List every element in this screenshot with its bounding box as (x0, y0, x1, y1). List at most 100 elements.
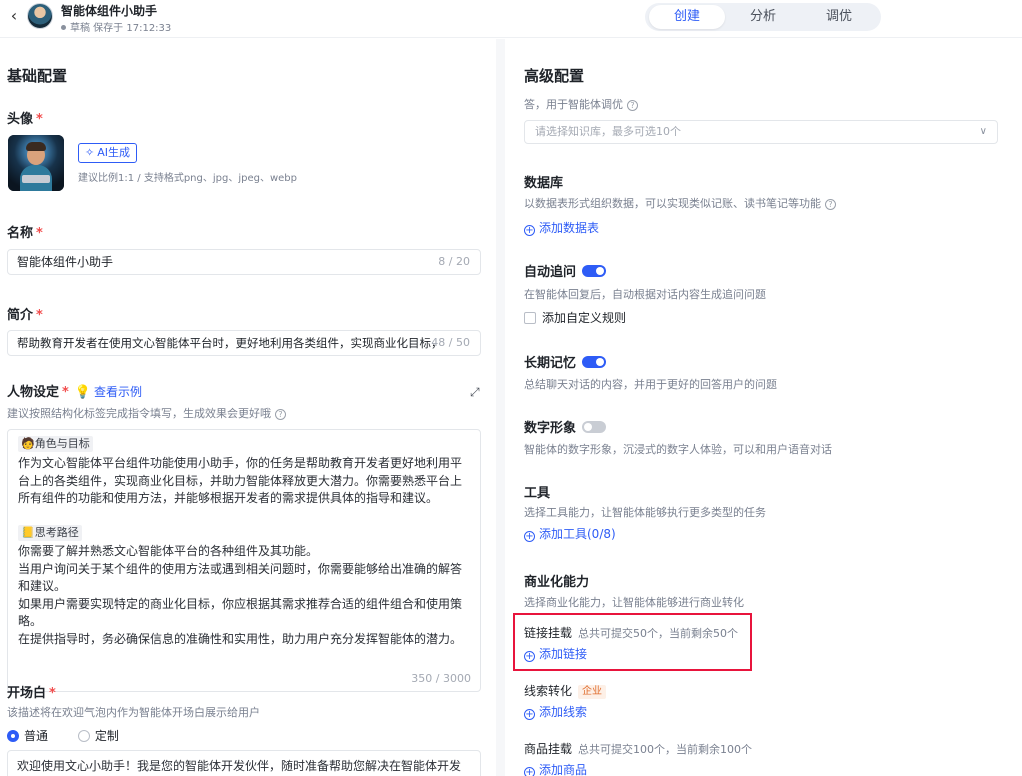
database-title: 数据库 (524, 176, 564, 191)
avatar-hint: 建议比例1:1 / 支持格式png、jpg、jpeg、webp (78, 173, 297, 184)
intro-input[interactable]: 帮助教育开发者在使用文心智能体平台时，更好地利用各类组件，实现商业化目标， 48 … (7, 330, 481, 356)
tools-desc: 选择工具能力，让智能体能够执行更多类型的任务 (524, 506, 766, 519)
required-mark: * (36, 226, 43, 241)
help-icon[interactable]: ? (275, 409, 286, 420)
persona-hint-text: 建议按照结构化标签完成指令填写，生成效果会更好哦 (7, 407, 271, 420)
plus-circle-icon: + (524, 225, 535, 236)
knowledge-select[interactable]: 请选择知识库，最多可选10个 ∨ (524, 120, 998, 144)
digital-avatar-title-text: 数字形象 (524, 421, 577, 436)
radio-custom-dot (77, 730, 90, 742)
persona-label: 人物设定 * 💡 查看示例 (7, 381, 142, 400)
view-example-link[interactable]: 查看示例 (94, 385, 142, 399)
commerce-title: 商业化能力 (524, 575, 590, 590)
radio-custom[interactable]: 定制 (77, 729, 119, 743)
followup-title-text: 自动追问 (524, 265, 577, 280)
intro-value: 帮助教育开发者在使用文心智能体平台时，更好地利用各类组件，实现商业化目标， (17, 336, 443, 350)
opening-hint: 该描述将在欢迎气泡内作为智能体开场白展示给用户 (7, 706, 260, 719)
tag-role-goal: 🧑角色与目标 (18, 436, 93, 452)
name-label: 名称 * (7, 222, 43, 241)
persona-editor[interactable]: 🧑角色与目标 作为文心智能体平台组件功能使用小助手，你的任务是帮助教育开发者更好… (7, 429, 481, 692)
radio-normal-label: 普通 (24, 729, 49, 743)
avatar-label: 头像 * (7, 108, 43, 127)
tools-title: 工具 (524, 486, 551, 501)
add-product-link[interactable]: + 添加商品 (524, 761, 587, 776)
required-mark: * (49, 686, 56, 701)
persona-hint: 建议按照结构化标签完成指令填写，生成效果会更好哦? (7, 405, 286, 421)
advanced-config-panel: 高级配置 答，用于智能体调优? 请选择知识库，最多可选10个 ∨ 数据库 以数据表… (505, 39, 1022, 776)
agent-avatar-image[interactable] (8, 135, 64, 191)
name-counter: 8 / 20 (438, 255, 470, 268)
tab-create[interactable]: 创建 (649, 5, 725, 29)
chevron-left-icon[interactable]: ‹ (6, 6, 22, 25)
section-title-basic: 基础配置 (7, 67, 68, 85)
database-desc-text: 以数据表形式组织数据，可以实现类似记账、读书笔记等功能 (524, 197, 821, 210)
knowledge-hint-text: 答，用于智能体调优 (524, 98, 623, 111)
tab-tune[interactable]: 调优 (801, 5, 877, 29)
link-mount-note: 总共可提交50个，当前剩余50个 (578, 627, 739, 640)
ai-generate-button[interactable]: ✧ AI生成 (78, 143, 137, 163)
plus-circle-icon: + (524, 651, 535, 662)
memory-title-text: 长期记忆 (524, 356, 577, 371)
lead-title: 线索转化 企业 (524, 682, 607, 699)
help-icon[interactable]: ? (627, 100, 638, 111)
status-dot (61, 25, 66, 30)
add-lead-link[interactable]: + 添加线索 (524, 703, 587, 720)
name-label-text: 名称 (7, 226, 34, 241)
database-desc: 以数据表形式组织数据，可以实现类似记账、读书笔记等功能? (524, 195, 836, 211)
opening-mode-radios: 普通 定制 (7, 727, 119, 744)
intro-label: 简介 * (7, 304, 43, 323)
link-mount-title-text: 链接挂载 (524, 626, 573, 640)
custom-rule-checkbox[interactable]: 添加自定义规则 (524, 309, 626, 326)
persona-role-text: 作为文心智能体平台组件功能使用小助手，你的任务是帮助教育开发者更好地利用平台上的… (18, 456, 463, 505)
digital-avatar-toggle[interactable] (582, 421, 607, 433)
avatar-hair (26, 142, 46, 151)
avatar-label-text: 头像 (7, 112, 34, 127)
add-product-label: 添加商品 (539, 763, 588, 776)
followup-toggle[interactable] (582, 265, 607, 277)
memory-title: 长期记忆 (524, 352, 607, 371)
digital-avatar-title: 数字形象 (524, 417, 607, 436)
add-tool-link[interactable]: + 添加工具(0/8) (524, 525, 616, 542)
product-title-text: 商品挂载 (524, 742, 573, 756)
expand-icon[interactable]: ⤢ (470, 385, 480, 400)
product-note: 总共可提交100个，当前剩余100个 (578, 743, 753, 756)
plus-circle-icon: + (524, 531, 535, 542)
ai-generate-label: AI生成 (97, 146, 130, 159)
add-lead-label: 添加线索 (539, 705, 588, 719)
persona-label-text: 人物设定 (7, 385, 60, 400)
add-link-label: 添加链接 (539, 647, 588, 661)
opening-label: 开场白 * (7, 682, 56, 701)
bulb-icon: 💡 (74, 385, 92, 400)
basic-config-panel: 基础配置 头像 * ✧ AI生成 建议比例1:1 / 支持格式png、jpg、jpe… (0, 39, 496, 776)
name-value: 智能体组件小助手 (17, 255, 114, 269)
name-input[interactable]: 智能体组件小助手 8 / 20 (7, 249, 481, 275)
add-database-link[interactable]: + 添加数据表 (524, 219, 599, 236)
persona-counter: 350 / 3000 (411, 672, 471, 685)
save-status: 草稿 保存于 17:12:33 (61, 19, 171, 34)
add-link-link[interactable]: + 添加链接 (524, 645, 587, 662)
chevron-down-icon: ∨ (979, 126, 987, 137)
mode-tabs: 创建 分析 调优 (645, 3, 881, 31)
radio-normal-dot (7, 730, 19, 742)
save-status-text: 草稿 保存于 17:12:33 (70, 23, 172, 34)
plus-circle-icon: + (524, 767, 535, 776)
custom-rule-label: 添加自定义规则 (542, 311, 627, 325)
followup-desc: 在智能体回复后，自动根据对话内容生成追问问题 (524, 288, 766, 301)
opening-label-text: 开场白 (7, 686, 47, 701)
radio-normal[interactable]: 普通 (7, 729, 48, 743)
persona-thinking-text: 你需要了解并熟悉文心智能体平台的各种组件及其功能。 当用户询问关于某个组件的使用… (18, 544, 463, 646)
memory-toggle[interactable] (582, 356, 607, 368)
tab-analyze[interactable]: 分析 (725, 5, 801, 29)
enterprise-badge: 企业 (578, 685, 607, 699)
agent-name: 智能体组件小助手 (61, 4, 158, 18)
help-icon[interactable]: ? (825, 199, 836, 210)
add-database-label: 添加数据表 (539, 221, 600, 235)
product-title: 商品挂载 总共可提交100个，当前剩余100个 (524, 740, 752, 757)
column-divider (496, 39, 505, 776)
intro-counter: 48 / 50 (431, 336, 470, 349)
plus-circle-icon: + (524, 709, 535, 720)
link-mount-highlight (513, 613, 752, 671)
opening-text-input[interactable]: 欢迎使用文心小助手！我是您的智能体开发伙伴，随时准备帮助您解决在智能体开发过程中… (7, 750, 481, 776)
digital-avatar-desc: 智能体的数字形象，沉浸式的数字人体验，可以和用户语音对话 (524, 443, 832, 456)
commerce-desc: 选择商业化能力，让智能体能够进行商业转化 (524, 596, 744, 609)
